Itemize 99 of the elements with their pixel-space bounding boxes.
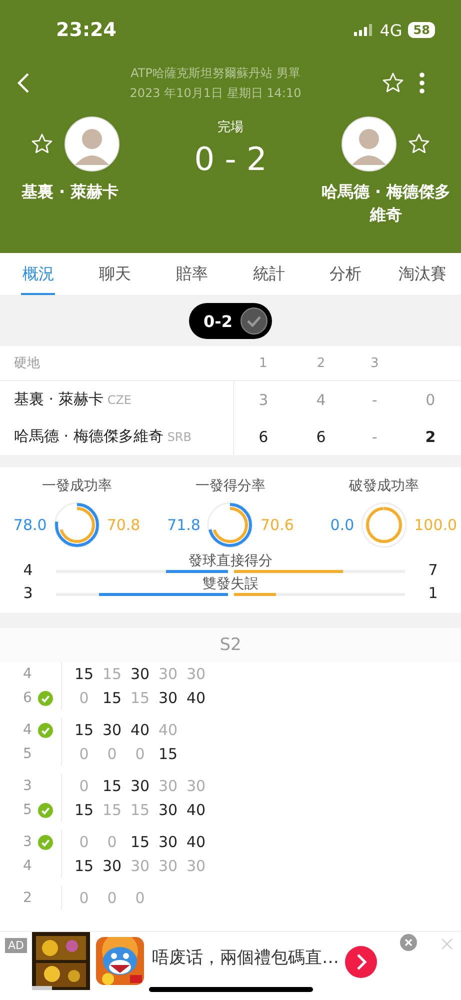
point-score: 15 — [73, 801, 95, 819]
country-code: SRB — [167, 430, 192, 444]
point-score: 30 — [101, 721, 123, 739]
set-score: 3 — [234, 380, 293, 418]
game-score: 3 — [23, 778, 32, 794]
point-score: 30 — [157, 777, 179, 795]
set-score: 6 — [315, 426, 327, 448]
result-pill[interactable]: 0-2 — [188, 303, 272, 339]
point-score: 30 — [185, 665, 207, 683]
sets-total: 2 — [424, 426, 437, 448]
tournament-title: ATP哈薩克斯坦努爾蘇丹站 男單 — [130, 65, 302, 82]
set-header: 1 — [234, 346, 293, 380]
point-score: 40 — [185, 833, 207, 851]
point-score: 15 — [73, 857, 95, 875]
stat-value: 4 — [22, 561, 34, 579]
point-score: 15 — [129, 833, 151, 851]
stat-label: 發球直接得分 — [188, 553, 272, 570]
tab[interactable]: 賠率 — [154, 253, 230, 295]
player-name: 哈馬德 · 梅德傑多維奇 — [14, 427, 164, 445]
set-score: - — [349, 380, 400, 418]
tab[interactable]: 聊天 — [76, 253, 154, 295]
player-name: 基裏 · 萊赫卡 — [14, 390, 104, 408]
point-score: 0 — [78, 745, 90, 763]
set-header: 3 — [349, 346, 400, 380]
point-score: 15 — [129, 689, 151, 707]
point-score: 30 — [157, 833, 179, 851]
stat-label: 雙發失誤 — [202, 576, 258, 593]
point-score: 30 — [101, 857, 123, 875]
battery-level: 58 — [408, 22, 435, 38]
point-score: 30 — [129, 857, 151, 875]
stat-value: 1 — [427, 584, 439, 602]
point-score: 0 — [106, 833, 118, 851]
set-score: - — [370, 426, 378, 448]
stat-value: 70.8 — [106, 516, 142, 534]
stat-label: 破發成功率 — [349, 477, 420, 495]
game-score: 6 — [23, 690, 32, 706]
stat-value: 3 — [22, 584, 34, 602]
point-score: 30 — [185, 777, 207, 795]
ad-text[interactable]: 唔废话，兩個禮包碼直… — [152, 946, 339, 969]
tab[interactable]: 分析 — [307, 253, 384, 295]
point-score: 30 — [129, 665, 151, 683]
point-score: 30 — [157, 665, 179, 683]
point-score: 15 — [157, 745, 179, 763]
stat-value: 70.6 — [260, 516, 295, 534]
point-score: 0 — [106, 745, 118, 763]
point-score: 0 — [78, 689, 90, 707]
game-score: 4 — [23, 722, 32, 738]
point-score: 15 — [101, 801, 123, 819]
ad-badge: AD — [5, 938, 27, 953]
player-name: 基裏 · 萊赫卡 — [20, 181, 120, 203]
match-datetime: 2023 年10月1日 星期日 14:10 — [128, 85, 302, 102]
game-score: 4 — [23, 666, 32, 682]
point-score: 0 — [134, 745, 146, 763]
point-score: 15 — [129, 801, 151, 819]
point-score: 40 — [185, 689, 207, 707]
set-score: 4 — [292, 380, 350, 418]
point-score: 0 — [78, 833, 90, 851]
stat-value: 7 — [427, 561, 439, 579]
stat-value: 78.0 — [12, 516, 47, 534]
stat-value: 100.0 — [414, 516, 456, 534]
status-time: 23:24 — [56, 19, 118, 41]
surface-label: 硬地 — [0, 346, 234, 380]
country-code: CZE — [107, 393, 132, 407]
point-score: 0 — [134, 889, 146, 907]
set-header: 2 — [292, 346, 350, 380]
point-score: 15 — [101, 665, 123, 683]
point-score: 30 — [157, 689, 179, 707]
point-score: 0 — [78, 889, 90, 907]
point-score: 30 — [129, 777, 151, 795]
point-score: 15 — [73, 665, 95, 683]
set-header: S2 — [0, 628, 461, 662]
point-score: 40 — [185, 801, 207, 819]
point-score: 30 — [157, 801, 179, 819]
match-score: 0 - 2 — [194, 140, 267, 178]
game-score: 4 — [23, 858, 32, 874]
stat-label: 一發得分率 — [195, 477, 266, 495]
set-score: 6 — [234, 418, 293, 455]
game-score: 5 — [23, 802, 32, 818]
point-score: 15 — [101, 689, 123, 707]
point-score: 40 — [157, 721, 179, 739]
sets-total: 0 — [400, 380, 461, 418]
player-name: 哈馬德 · 梅德傑多維奇 — [320, 181, 452, 226]
point-score: 30 — [185, 857, 207, 875]
stat-label: 一發成功率 — [42, 477, 112, 495]
point-score: 0 — [78, 777, 90, 795]
point-score: 30 — [157, 857, 179, 875]
stat-value: 71.8 — [166, 516, 200, 534]
match-status: 完場 — [218, 119, 244, 136]
tab[interactable]: 統計 — [230, 253, 308, 295]
point-score: 0 — [106, 889, 118, 907]
game-score: 2 — [23, 890, 32, 906]
point-score: 15 — [101, 777, 123, 795]
stat-value: 0.0 — [329, 516, 354, 534]
tab[interactable]: 淘汰賽 — [384, 253, 461, 295]
network-label: 4G — [380, 20, 402, 40]
point-score: 15 — [73, 721, 95, 739]
game-score: 3 — [23, 834, 32, 850]
point-score: 40 — [129, 721, 151, 739]
game-score: 5 — [23, 746, 32, 762]
